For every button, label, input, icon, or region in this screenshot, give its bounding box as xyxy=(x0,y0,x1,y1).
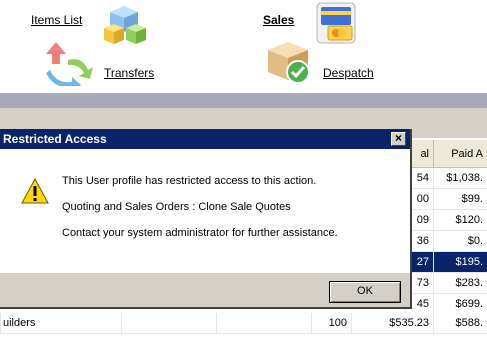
nav-divider-band xyxy=(0,93,487,108)
grid-cell[interactable] xyxy=(121,313,216,334)
grid-cell[interactable]: $283. xyxy=(433,273,487,294)
items-list-link[interactable]: Items List xyxy=(31,13,82,27)
grid-cell-qty[interactable]: 100 xyxy=(311,313,351,334)
despatch-box-icon[interactable] xyxy=(264,38,314,89)
message-line-2: Quoting and Sales Orders : Clone Sale Qu… xyxy=(62,201,291,213)
grid-cell-selected[interactable]: $195. xyxy=(433,252,487,273)
grid-header-paid[interactable]: Paid A xyxy=(433,140,487,168)
grid-cell-name[interactable]: uilders xyxy=(0,313,121,334)
grid-cell[interactable]: $0. xyxy=(433,231,487,252)
ok-button[interactable]: OK xyxy=(329,281,401,303)
dialog-title: Restricted Access xyxy=(0,129,410,149)
close-button[interactable]: × xyxy=(391,132,406,146)
warning-icon xyxy=(21,177,49,204)
grid-cell-paid[interactable]: $588. xyxy=(433,313,487,334)
dialog-body: This User profile has restricted access … xyxy=(0,149,410,273)
transfers-arrows-icon[interactable] xyxy=(42,40,96,92)
grid-cell[interactable]: $120. xyxy=(433,210,487,231)
grid-cell[interactable]: $699. xyxy=(433,294,487,315)
items-cubes-icon[interactable] xyxy=(100,2,148,49)
transfers-link[interactable]: Transfers xyxy=(104,66,154,80)
despatch-link[interactable]: Despatch xyxy=(323,66,374,80)
grid-cell[interactable]: $99. xyxy=(433,189,487,210)
message-line-1: This User profile has restricted access … xyxy=(62,175,317,187)
restricted-access-dialog: Restricted Access × This User profile ha… xyxy=(0,129,412,309)
grid-cell-total[interactable]: $535.23 xyxy=(351,313,433,334)
message-line-3: Contact your system administrator for fu… xyxy=(62,227,338,239)
grid-cell[interactable]: $1,038. xyxy=(433,168,487,189)
sales-cards-icon[interactable] xyxy=(316,2,358,49)
grid-cell[interactable] xyxy=(216,313,311,334)
sales-link[interactable]: Sales xyxy=(263,13,294,27)
